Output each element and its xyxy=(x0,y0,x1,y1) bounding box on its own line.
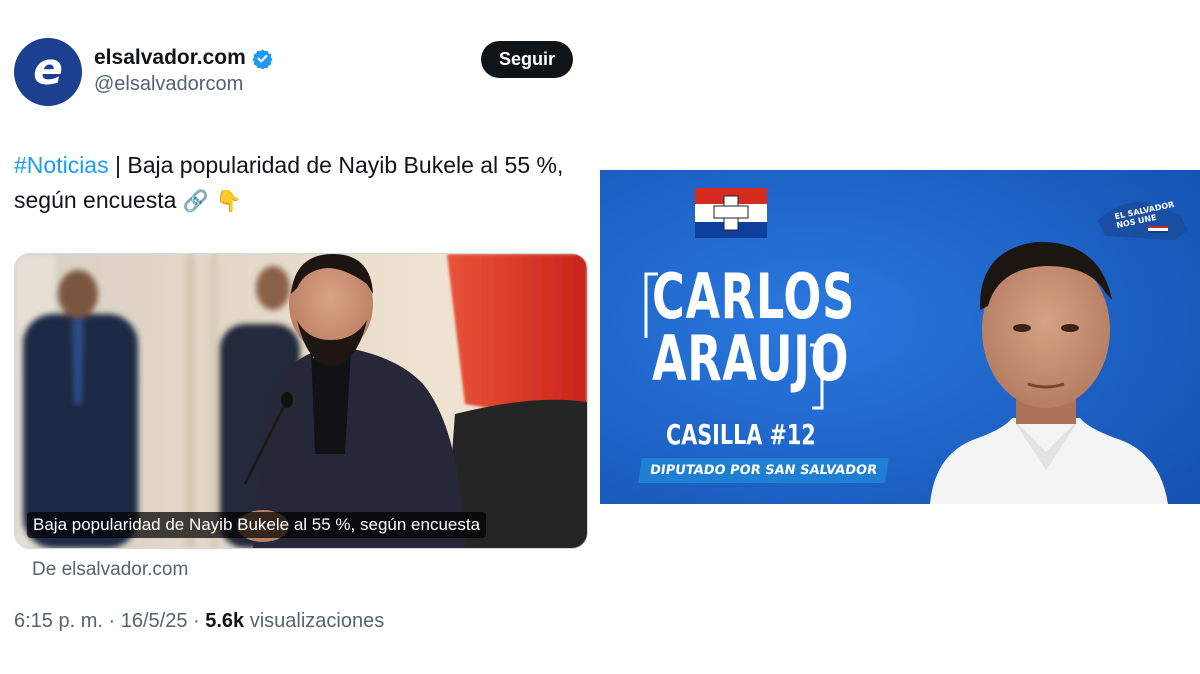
user-handle[interactable]: @elsalvadorcom xyxy=(94,73,273,96)
avatar[interactable]: e xyxy=(14,38,82,106)
link-preview-card[interactable]: Baja popularidad de Nayib Bukele al 55 %… xyxy=(14,253,588,549)
candidate-casilla: CASILLA #12 xyxy=(666,418,816,451)
tweet-meta: 6:15 p. m. · 16/5/25 · 5.6k visualizacio… xyxy=(14,610,384,633)
campaign-banner: CARLOS ARAUJO CASILLA #12 DIPUTADO POR S… xyxy=(600,170,1200,504)
meta-separator: · xyxy=(102,610,121,632)
tweet-date[interactable]: 16/5/25 xyxy=(121,610,188,632)
account-info: elsalvador.com @elsalvadorcom xyxy=(94,46,273,96)
hashtag-link[interactable]: #Noticias xyxy=(14,152,109,178)
candidate-name-line2: ARAUJO xyxy=(652,322,850,395)
screenshot-composite: e elsalvador.com @elsalvadorcom Seguir #… xyxy=(0,0,1200,674)
display-name-row: elsalvador.com xyxy=(94,46,273,70)
follow-button[interactable]: Seguir xyxy=(480,41,573,78)
candidate-name-line1: CARLOS xyxy=(652,260,855,333)
avatar-logo-letter: e xyxy=(33,44,63,95)
verified-badge-icon xyxy=(252,48,273,69)
card-source[interactable]: De elsalvador.com xyxy=(32,559,586,581)
party-flag-logo xyxy=(695,188,767,238)
views-count: 5.6k xyxy=(205,610,245,632)
news-photo xyxy=(15,254,587,548)
tweet: e elsalvador.com @elsalvadorcom Seguir #… xyxy=(14,36,588,581)
meta-separator: · xyxy=(187,610,206,632)
candidate-name: CARLOS ARAUJO xyxy=(652,266,855,390)
views-label: visualizaciones xyxy=(244,610,385,632)
tweet-text: #Noticias | Baja popularidad de Nayib Bu… xyxy=(14,148,574,219)
candidate-role: DIPUTADO POR SAN SALVADOR xyxy=(638,458,889,483)
card-caption: Baja popularidad de Nayib Bukele al 55 %… xyxy=(27,512,487,538)
link-and-pointing-down-emoji: 🔗 👇 xyxy=(182,189,242,213)
tweet-time[interactable]: 6:15 p. m. xyxy=(14,610,103,632)
tweet-header: e elsalvador.com @elsalvadorcom Seguir xyxy=(14,36,586,110)
display-name[interactable]: elsalvador.com xyxy=(94,46,246,70)
